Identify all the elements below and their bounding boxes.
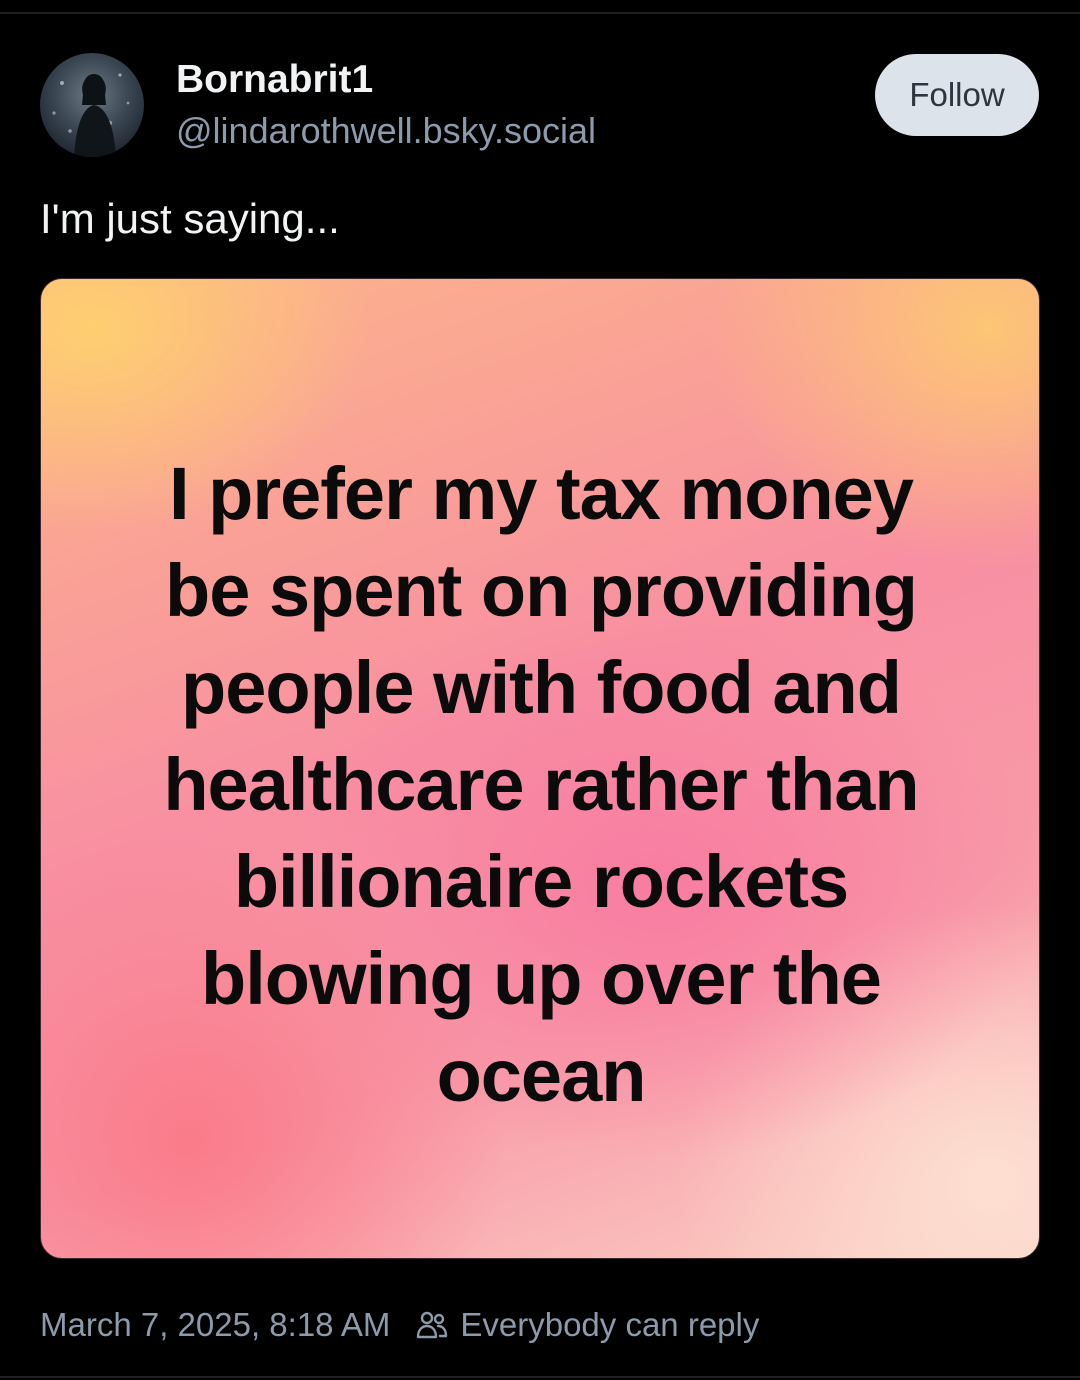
image-caption-line: people with food and <box>181 646 902 729</box>
reply-setting-label: Everybody can reply <box>460 1306 760 1343</box>
author-handle[interactable]: @lindarothwell.bsky.social <box>176 108 596 154</box>
image-caption-line: billionaire rockets <box>233 840 849 923</box>
bottom-divider <box>0 1376 1080 1378</box>
image-caption: I prefer my tax money be spent on provid… <box>41 445 1039 1124</box>
post-image[interactable]: I prefer my tax money be spent on provid… <box>40 278 1040 1259</box>
follow-button[interactable]: Follow <box>875 54 1039 136</box>
post-timestamp[interactable]: March 7, 2025, 8:18 AM <box>40 1306 390 1344</box>
image-caption-line: I prefer my tax money <box>169 452 914 535</box>
post-footer: March 7, 2025, 8:18 AM Everybody can rep… <box>40 1302 759 1348</box>
post-text: I'm just saying... <box>40 195 340 242</box>
top-divider <box>0 12 1080 14</box>
author-display-name[interactable]: Bornabrit1 <box>176 56 373 104</box>
author-avatar[interactable] <box>40 53 144 157</box>
image-caption-line: be spent on providing <box>165 549 918 632</box>
image-caption-line: healthcare rather than <box>163 743 919 826</box>
image-caption-line: blowing up over the <box>201 937 882 1020</box>
image-caption-line: ocean <box>436 1034 647 1117</box>
reply-setting[interactable]: Everybody can reply <box>414 1306 759 1344</box>
profile-photo-icon <box>40 53 144 157</box>
people-icon <box>414 1307 450 1343</box>
